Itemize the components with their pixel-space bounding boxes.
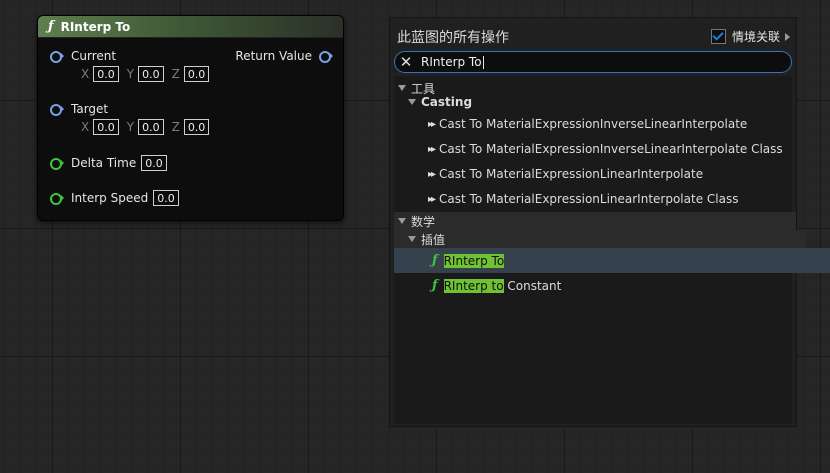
clear-search-icon[interactable]: ✕: [395, 52, 417, 72]
category-label: 数学: [411, 214, 436, 229]
target-y-field[interactable]: 0.0: [138, 119, 164, 135]
action-label-rest: Constant: [503, 278, 562, 293]
expand-triangle-icon[interactable]: [398, 218, 406, 224]
chevron-right-icon[interactable]: [785, 32, 790, 41]
action-menu: 此蓝图的所有操作 情境关联 ✕ RInterp To 工具 Casting ▸▸…: [389, 17, 830, 427]
delta-time-pin[interactable]: [50, 157, 64, 170]
interp-speed-pin-row: Interp Speed 0.0: [50, 190, 187, 206]
target-z-field[interactable]: 0.0: [183, 119, 210, 135]
target-pin[interactable]: [50, 103, 64, 116]
function-icon: ƒ: [432, 253, 438, 268]
node-title: RInterp To: [60, 19, 131, 34]
expand-triangle-icon[interactable]: [408, 236, 416, 242]
delta-time-field[interactable]: 0.0: [141, 155, 167, 171]
interp-speed-pin[interactable]: [50, 192, 64, 205]
action-label: Cast To MaterialExpressionInverseLinearI…: [439, 142, 783, 156]
x-axis-label: X: [81, 120, 90, 134]
subcategory-label: Casting: [421, 95, 473, 109]
y-axis-label: Y: [126, 120, 135, 134]
text-caret: [482, 55, 484, 69]
return-value-label: Return Value: [235, 49, 312, 63]
subcategory-interpolation[interactable]: 插值: [394, 230, 806, 248]
action-item[interactable]: ▸▸ Cast To MaterialExpressionInverseLine…: [394, 137, 826, 161]
action-item-rinterp-to-constant[interactable]: ƒ RInterp to Constant: [394, 273, 830, 298]
y-axis-label: Y: [126, 67, 135, 81]
context-sensitive-toggle[interactable]: 情境关联: [710, 28, 790, 45]
context-sensitive-checkbox[interactable]: [710, 29, 726, 44]
target-xyz: X 0.0 Y 0.0 Z 0.0: [81, 119, 217, 135]
delta-time-pin-row: Delta Time 0.0: [50, 155, 175, 171]
interp-speed-field[interactable]: 0.0: [153, 190, 179, 206]
delta-time-label: Delta Time: [71, 156, 137, 170]
search-match-highlight: RInterp To: [443, 253, 505, 268]
subcategory-label: 插值: [421, 232, 446, 247]
current-x-field[interactable]: 0.0: [93, 66, 119, 82]
action-label: Cast To MaterialExpressionLinearInterpol…: [439, 167, 704, 181]
current-label: Current: [71, 49, 117, 63]
action-item-rinterp-to[interactable]: ƒ RInterp To: [394, 248, 830, 273]
expand-triangle-icon[interactable]: [398, 85, 406, 91]
node-header[interactable]: ƒ RInterp To: [38, 16, 343, 38]
current-pin-row: Current: [50, 49, 116, 63]
current-xyz: X 0.0 Y 0.0 Z 0.0: [81, 66, 217, 82]
interp-speed-label: Interp Speed: [71, 191, 149, 205]
function-icon: ƒ: [432, 278, 438, 293]
menu-title: 此蓝图的所有操作: [397, 30, 509, 46]
target-label: Target: [71, 102, 109, 116]
action-item[interactable]: ▸▸ Cast To MaterialExpressionLinearInter…: [394, 187, 826, 211]
rinterp-to-node[interactable]: ƒ RInterp To Current X 0.0 Y 0.0 Z 0.0 R…: [37, 15, 344, 221]
category-math[interactable]: 数学: [394, 212, 796, 230]
action-label: Cast To MaterialExpressionLinearInterpol…: [439, 192, 739, 206]
search-match-highlight: RInterp to: [443, 278, 504, 293]
action-label: Cast To MaterialExpressionInverseLinearI…: [439, 117, 748, 131]
target-pin-row: Target: [50, 102, 108, 116]
context-sensitive-label: 情境关联: [731, 30, 780, 44]
action-list[interactable]: 工具 Casting ▸▸ Cast To MaterialExpression…: [394, 76, 830, 424]
current-pin[interactable]: [50, 50, 64, 63]
return-value-pin-row: Return Value: [235, 49, 333, 63]
current-z-field[interactable]: 0.0: [183, 66, 210, 82]
z-axis-label: Z: [171, 67, 180, 81]
expand-triangle-icon[interactable]: [408, 99, 416, 105]
x-axis-label: X: [81, 67, 90, 81]
function-icon: ƒ: [48, 19, 54, 34]
action-item[interactable]: ▸▸ Cast To MaterialExpressionInverseLine…: [394, 112, 826, 136]
subcategory-casting[interactable]: Casting: [394, 92, 806, 112]
current-y-field[interactable]: 0.0: [138, 66, 164, 82]
cast-icon: ▸▸: [428, 193, 436, 205]
cast-icon: ▸▸: [428, 143, 436, 155]
cast-icon: ▸▸: [428, 168, 436, 180]
search-input[interactable]: ✕ RInterp To: [394, 51, 792, 73]
cast-icon: ▸▸: [428, 118, 436, 130]
target-x-field[interactable]: 0.0: [93, 119, 119, 135]
search-value: RInterp To: [421, 55, 482, 69]
z-axis-label: Z: [171, 120, 180, 134]
action-item[interactable]: ▸▸ Cast To MaterialExpressionLinearInter…: [394, 162, 826, 186]
return-value-pin[interactable]: [319, 50, 333, 63]
